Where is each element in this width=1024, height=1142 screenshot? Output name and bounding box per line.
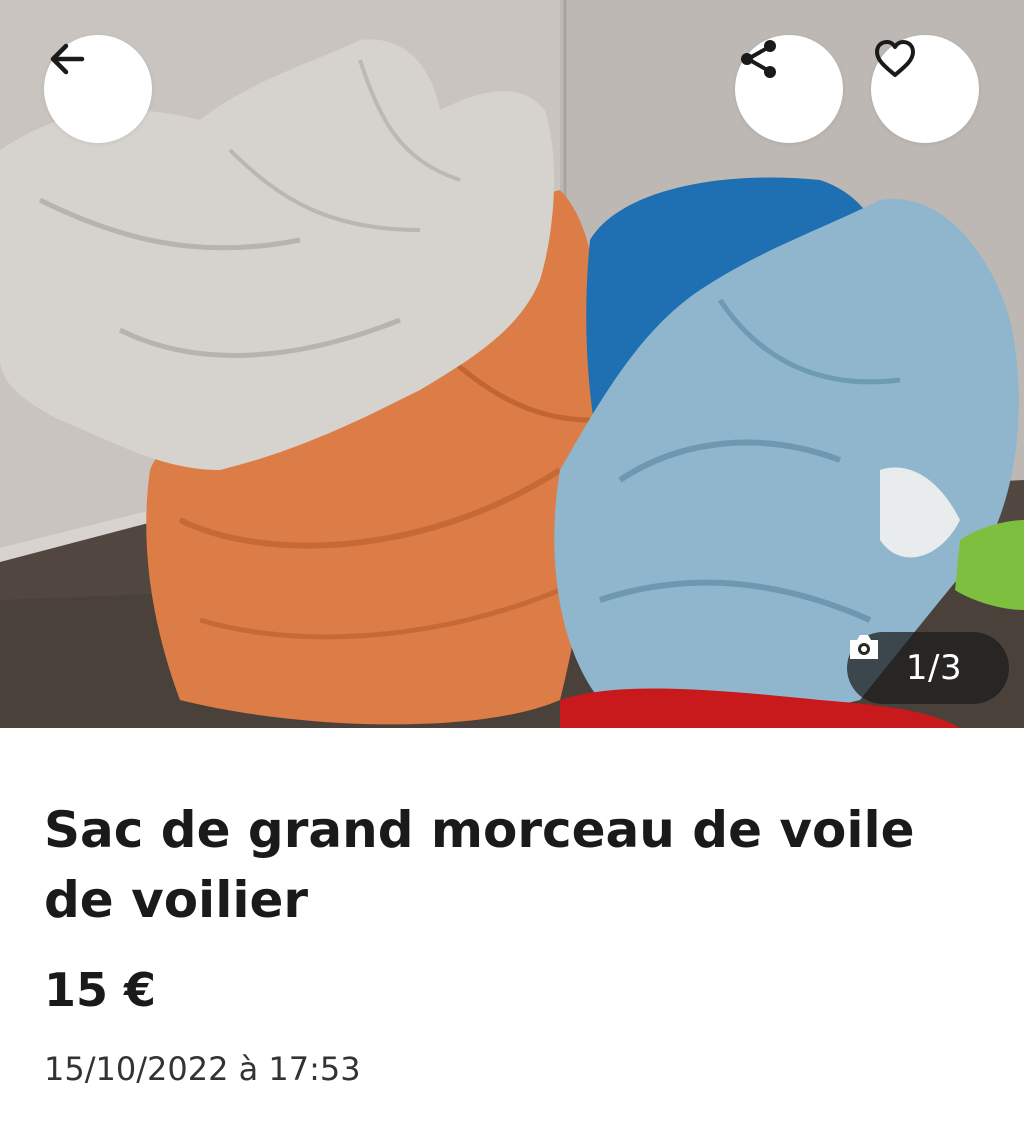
- photo-counter[interactable]: 1/3: [847, 632, 1009, 704]
- back-button[interactable]: [44, 35, 152, 143]
- photo-counter-text: 1/3: [905, 648, 963, 688]
- listing-title: Sac de grand morceau de voile de voilier: [44, 801, 915, 929]
- favorite-button[interactable]: [871, 35, 979, 143]
- listing-screen: 1/3 Sac de grand morceau de voile de voi…: [0, 0, 1024, 1142]
- listing-price: 15 €: [44, 963, 157, 1017]
- listing-date: 15/10/2022 à 17:53: [44, 1050, 361, 1088]
- share-button[interactable]: [735, 35, 843, 143]
- listing-photo[interactable]: 1/3: [0, 0, 1024, 728]
- photo-illustration: [0, 0, 1024, 728]
